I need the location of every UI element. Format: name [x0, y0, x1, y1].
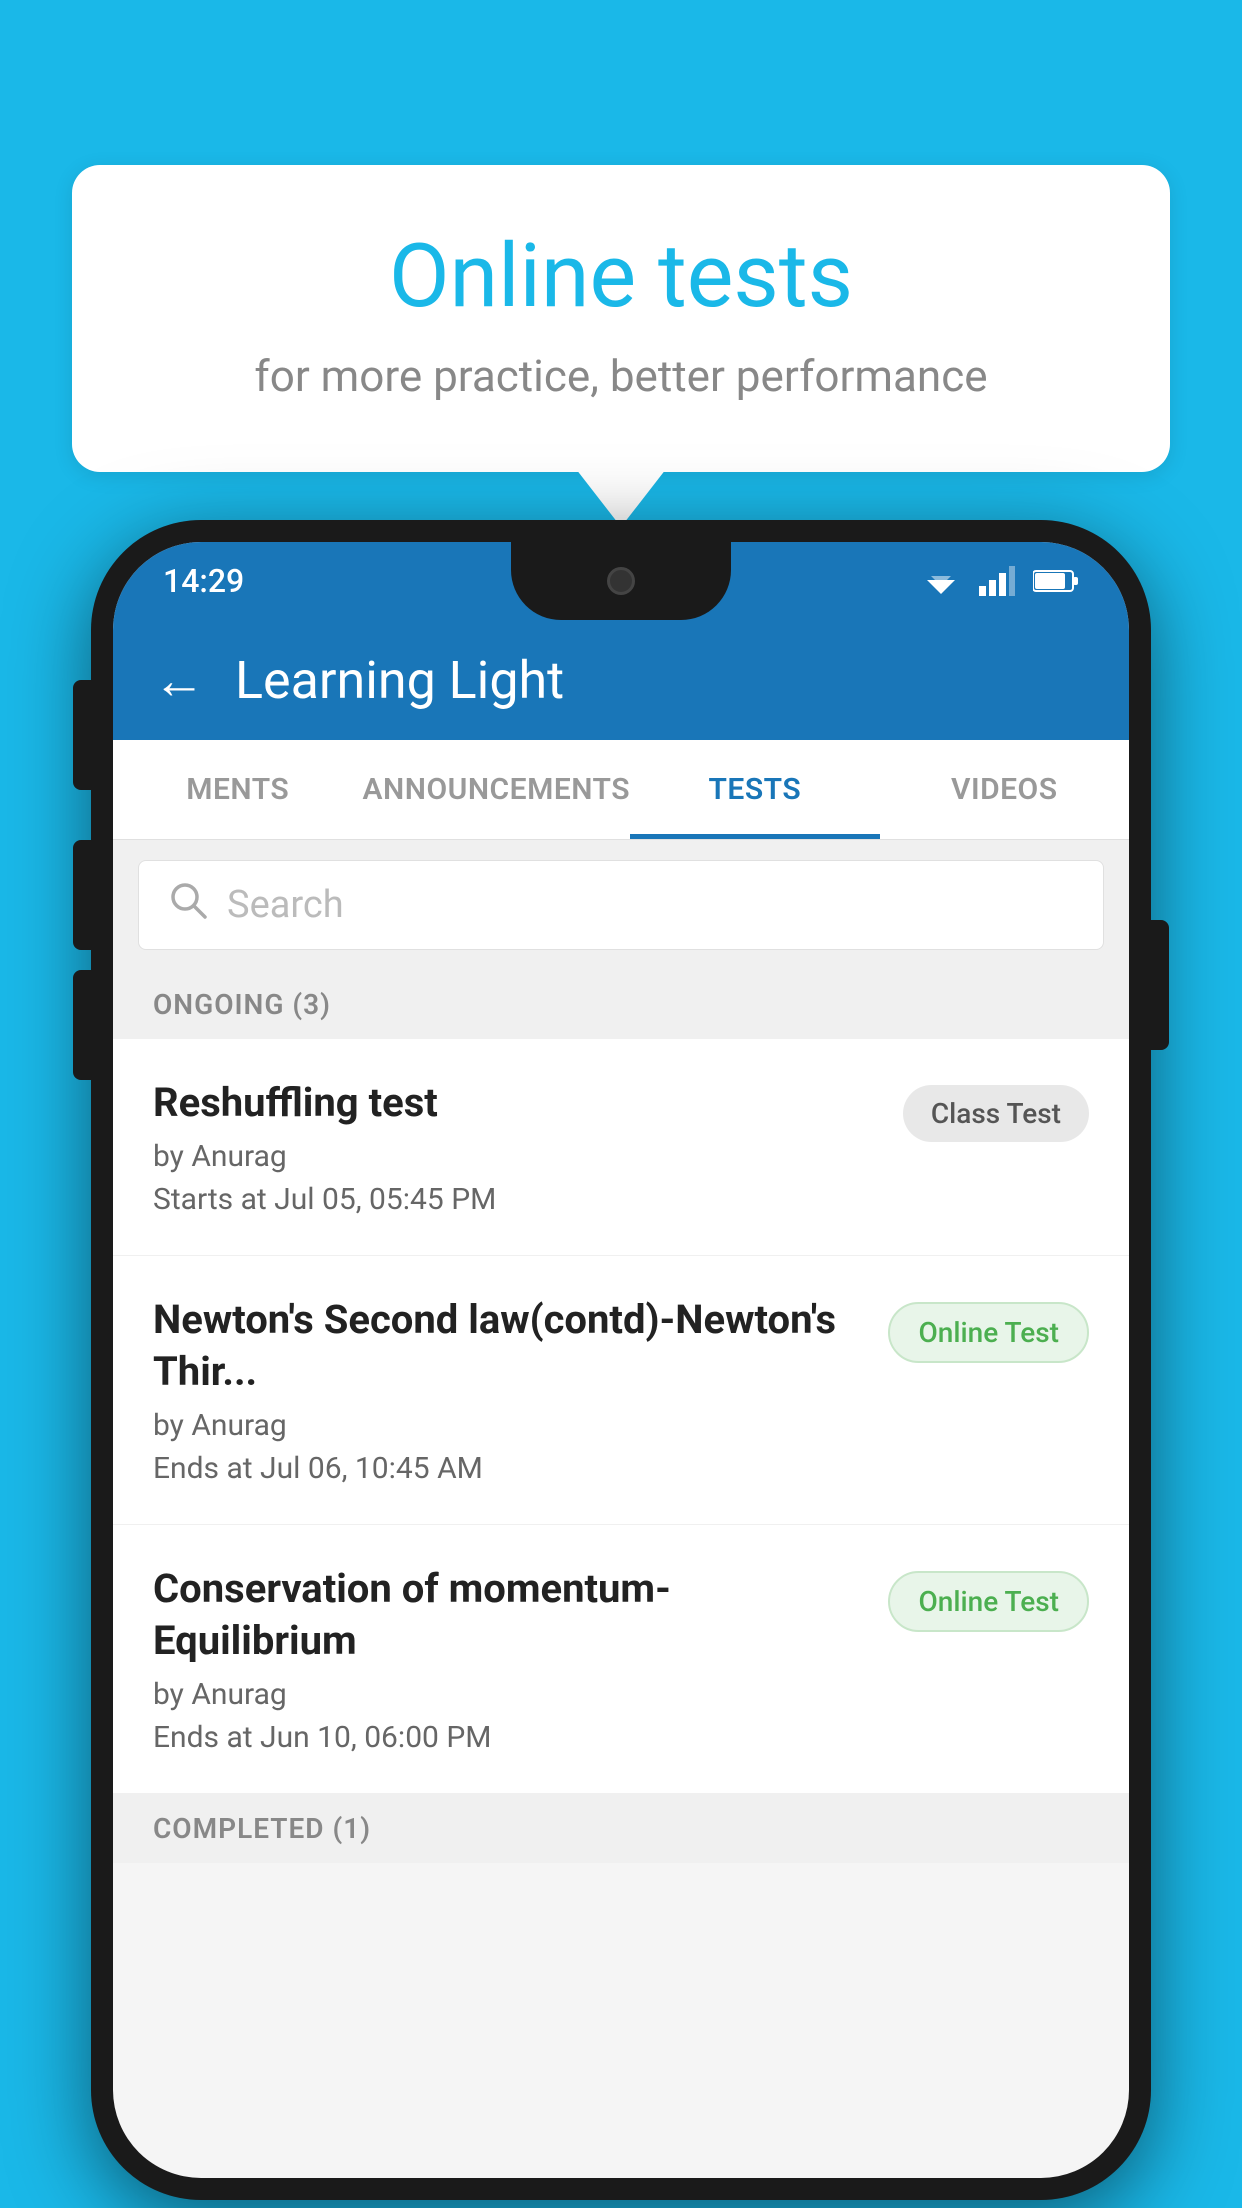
back-button[interactable]: ←: [153, 650, 205, 711]
test-name-3: Conservation of momentum-Equilibrium: [153, 1563, 868, 1667]
test-date-2: Ends at Jul 06, 10:45 AM: [153, 1451, 868, 1486]
test-badge-2: Online Test: [888, 1302, 1089, 1363]
search-bar[interactable]: Search: [138, 860, 1104, 950]
test-item-1[interactable]: Reshuffling test by Anurag Starts at Jul…: [113, 1039, 1129, 1256]
battery-icon: [1033, 568, 1079, 594]
ongoing-section-header: ONGOING (3): [113, 970, 1129, 1039]
tab-announcements[interactable]: ANNOUNCEMENTS: [362, 740, 630, 839]
test-badge-1: Class Test: [903, 1085, 1089, 1142]
status-bar: 14:29: [113, 542, 1129, 620]
tabs-bar: MENTS ANNOUNCEMENTS TESTS VIDEOS: [113, 740, 1129, 840]
bubble-subtitle: for more practice, better performance: [152, 350, 1090, 402]
speech-bubble: Online tests for more practice, better p…: [72, 165, 1170, 472]
search-icon: [169, 881, 207, 929]
search-input-placeholder: Search: [227, 883, 344, 927]
test-info-1: Reshuffling test by Anurag Starts at Jul…: [153, 1077, 883, 1217]
test-badge-3: Online Test: [888, 1571, 1089, 1632]
test-name-2: Newton's Second law(contd)-Newton's Thir…: [153, 1294, 868, 1398]
notch: [511, 542, 731, 620]
test-author-2: by Anurag: [153, 1408, 868, 1443]
completed-section-header: COMPLETED (1): [113, 1794, 1129, 1863]
wifi-icon: [921, 566, 961, 596]
phone-mockup: 14:29: [91, 520, 1151, 2200]
camera-dot: [607, 567, 635, 595]
phone-outer: 14:29: [91, 520, 1151, 2200]
app-title: Learning Light: [235, 650, 564, 711]
tab-videos[interactable]: VIDEOS: [880, 740, 1129, 839]
test-author-1: by Anurag: [153, 1139, 883, 1174]
tab-ments[interactable]: MENTS: [113, 740, 362, 839]
search-container: Search: [113, 840, 1129, 970]
test-author-3: by Anurag: [153, 1677, 868, 1712]
test-list: Reshuffling test by Anurag Starts at Jul…: [113, 1039, 1129, 1794]
phone-screen: 14:29: [113, 542, 1129, 2178]
status-icons: [921, 566, 1079, 596]
test-date-3: Ends at Jun 10, 06:00 PM: [153, 1720, 868, 1755]
test-info-2: Newton's Second law(contd)-Newton's Thir…: [153, 1294, 868, 1486]
test-name-1: Reshuffling test: [153, 1077, 883, 1129]
test-date-1: Starts at Jul 05, 05:45 PM: [153, 1182, 883, 1217]
bubble-title: Online tests: [152, 225, 1090, 328]
test-item-2[interactable]: Newton's Second law(contd)-Newton's Thir…: [113, 1256, 1129, 1525]
tab-tests[interactable]: TESTS: [630, 740, 879, 839]
status-time: 14:29: [163, 562, 244, 600]
test-item-3[interactable]: Conservation of momentum-Equilibrium by …: [113, 1525, 1129, 1794]
signal-icon: [979, 566, 1015, 596]
test-info-3: Conservation of momentum-Equilibrium by …: [153, 1563, 868, 1755]
app-bar: ← Learning Light: [113, 620, 1129, 740]
